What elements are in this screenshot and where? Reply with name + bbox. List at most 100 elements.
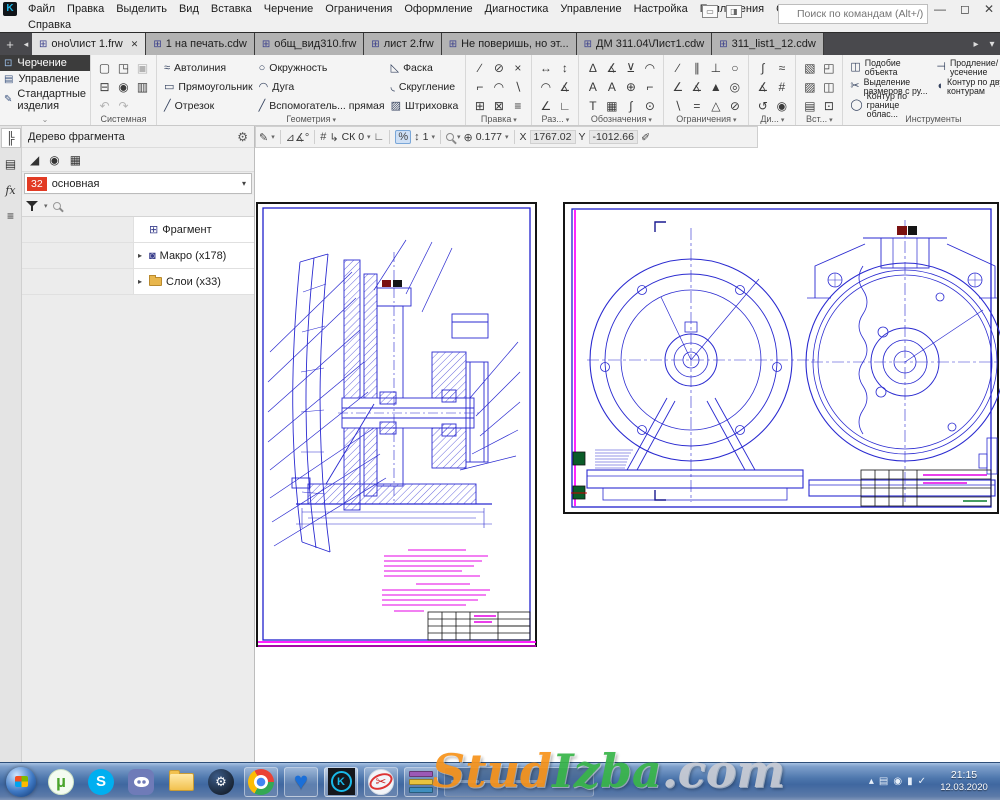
x-coordinate-value[interactable]: 1767.02 [530, 130, 576, 144]
menu-item-help[interactable]: Справка [22, 19, 77, 31]
group-dropdown-icon[interactable]: ▾ [564, 117, 569, 124]
window-layout-icon[interactable]: ▭ [702, 5, 718, 18]
raz-tool-icon-0[interactable]: ↔ [536, 58, 555, 77]
oboznach-tool-icon-10[interactable]: ∫ [621, 96, 640, 115]
ogranich-tool-icon-1[interactable]: ∥ [687, 58, 706, 77]
vst-tool-icon-0[interactable]: ▧ [800, 58, 819, 77]
di-tool-icon-1[interactable]: ≈ [772, 58, 791, 77]
pravka-tool-icon-5[interactable]: ∖ [508, 77, 527, 96]
scroll-tabs-right-button[interactable]: ▸ [968, 33, 984, 55]
geometry-tool-2[interactable]: ╱Отрезок [161, 96, 256, 115]
snap-toggle-icon[interactable]: % [395, 130, 411, 144]
oboznach-tool-icon-2[interactable]: ⊻ [621, 58, 640, 77]
pipette-icon[interactable]: ✐ [641, 131, 650, 144]
pravka-tool-icon-0[interactable]: ∕ [470, 58, 489, 77]
taskbar-window-button[interactable] [444, 767, 594, 797]
geometry-tool-7[interactable]: ◟Скругление [388, 77, 462, 96]
ogranich-tool-icon-5[interactable]: ∡ [687, 77, 706, 96]
ogranich-tool-icon-3[interactable]: ○ [725, 58, 744, 77]
instruments-tool-0[interactable]: ◫Подобие объекта [847, 58, 933, 77]
geometry-tool-1[interactable]: ▭Прямоугольник [161, 77, 256, 96]
sistemnaya-tool-icon-7[interactable]: ↷ [114, 96, 133, 115]
expand-arrow-icon[interactable]: ▸ [138, 277, 145, 286]
oboznach-tool-icon-3[interactable]: ◠ [640, 58, 659, 77]
menu-item-10[interactable]: Настройка [628, 3, 694, 15]
oboznach-tool-icon-1[interactable]: ∡ [602, 58, 621, 77]
oboznach-tool-icon-7[interactable]: ⌐ [640, 77, 659, 96]
workspace-2[interactable]: ✎Стандартные изделия [0, 87, 90, 114]
collapse-chevron-icon[interactable]: ⌄ [0, 116, 90, 125]
zoom-scale-value[interactable]: 0.177 [476, 131, 502, 143]
tree-item-1[interactable]: ▸◙Макро (x178) [22, 243, 254, 269]
pravka-tool-icon-2[interactable]: × [508, 58, 527, 77]
ortho-mode-icon[interactable]: ∟ [374, 131, 385, 143]
image-icon[interactable]: ▦ [70, 153, 81, 167]
vst-tool-icon-3[interactable]: ◫ [819, 77, 838, 96]
filter-icon[interactable] [26, 199, 39, 212]
pravka-tool-icon-4[interactable]: ◠ [489, 77, 508, 96]
menu-item-8[interactable]: Диагностика [479, 3, 555, 15]
zoom-tool-dropdown-icon[interactable]: ▾ [457, 133, 461, 141]
close-button[interactable]: ✕ [984, 2, 994, 16]
menu-item-5[interactable]: Черчение [258, 3, 320, 15]
close-tab-icon[interactable]: ✕ [131, 39, 139, 50]
layer-selector[interactable]: 32 основная ▾ [24, 173, 252, 194]
kompas-3d[interactable] [324, 767, 358, 797]
geometry-tool-0[interactable]: ≈Автолиния [161, 58, 256, 77]
vst-tool-icon-2[interactable]: ▨ [800, 77, 819, 96]
snap-icon-1[interactable]: ∡ [295, 132, 305, 144]
snap-icon-2[interactable]: ° [305, 132, 309, 144]
tray-icon-2[interactable]: ◉ [893, 776, 902, 787]
pravka-tool-icon-6[interactable]: ⊞ [470, 96, 489, 115]
pravka-tool-icon-1[interactable]: ⊘ [489, 58, 508, 77]
layer-dropdown-icon[interactable]: ▾ [431, 133, 435, 141]
command-search-input[interactable] [778, 4, 928, 24]
menu-item-1[interactable]: Правка [61, 3, 110, 15]
tree-item-2[interactable]: ▸Слои (x33) [22, 269, 254, 295]
vst-tool-icon-1[interactable]: ◰ [819, 58, 838, 77]
current-layer-value[interactable]: 1 [423, 131, 429, 143]
geometry-tool-5[interactable]: ╱Вспомогатель... прямая [256, 96, 388, 115]
entities-icon[interactable]: ◉ [49, 153, 59, 167]
ogranich-tool-icon-7[interactable]: ◎ [725, 77, 744, 96]
scale-dropdown-icon[interactable]: ▾ [505, 133, 509, 141]
menu-item-6[interactable]: Ограничения [319, 3, 398, 15]
ogranich-tool-icon-2[interactable]: ⊥ [706, 58, 725, 77]
oboznach-tool-icon-4[interactable]: A [583, 77, 602, 96]
sistemnaya-tool-icon-0[interactable]: ▢ [95, 58, 114, 77]
pravka-tool-icon-8[interactable]: ≡ [508, 96, 527, 115]
y-coordinate-value[interactable]: -1012.66 [589, 130, 638, 144]
oboznach-tool-icon-0[interactable]: ∆ [583, 58, 602, 77]
menu-item-7[interactable]: Оформление [398, 3, 478, 15]
menu-item-0[interactable]: Файл [22, 3, 61, 15]
group-dropdown-icon[interactable]: ▾ [731, 117, 736, 124]
instruments-tool-2[interactable]: ◯Контур по границе облас... [847, 96, 933, 115]
document-tab-0[interactable]: ⊞оно\лист 1.frw✕ [32, 33, 146, 55]
discord[interactable] [124, 767, 158, 797]
instruments-tool-4[interactable]: ◖Контур по двум контурам [933, 77, 1000, 96]
expand-arrow-icon[interactable]: ▸ [138, 251, 145, 260]
menu-item-4[interactable]: Вставка [205, 3, 258, 15]
tree-panel-icon[interactable]: ╠ [1, 128, 21, 148]
minimize-button[interactable]: — [934, 2, 946, 16]
di-tool-icon-0[interactable]: ∫ [753, 58, 772, 77]
drawing-sheet-left[interactable] [256, 202, 537, 648]
snap-icon-0[interactable]: ⊿ [286, 132, 295, 144]
menu-item-3[interactable]: Вид [173, 3, 205, 15]
winrar[interactable] [404, 767, 438, 797]
grid-toggle-icon[interactable]: # [320, 131, 326, 143]
tree-item-0[interactable]: ⊞Фрагмент [22, 217, 254, 243]
menu-panel-icon[interactable]: ≡ [1, 206, 21, 226]
coordinate-system-value[interactable]: СК 0 [342, 131, 364, 143]
ogranich-tool-icon-4[interactable]: ∠ [668, 77, 687, 96]
di-tool-icon-2[interactable]: ∡ [753, 77, 772, 96]
oboznach-tool-icon-6[interactable]: ⊕ [621, 77, 640, 96]
drawing-sheet-right[interactable] [563, 202, 1000, 515]
filter-dropdown-icon[interactable]: ▾ [44, 202, 48, 210]
workspace-1[interactable]: ▤Управление [0, 71, 90, 87]
raz-tool-icon-5[interactable]: ∟ [555, 96, 574, 115]
sistemnaya-tool-icon-6[interactable]: ↶ [95, 96, 114, 115]
di-tool-icon-5[interactable]: ◉ [772, 96, 791, 115]
scroll-tabs-left-button[interactable]: ◂ [20, 33, 32, 55]
document-tab-3[interactable]: ⊞лист 2.frw [364, 33, 441, 55]
